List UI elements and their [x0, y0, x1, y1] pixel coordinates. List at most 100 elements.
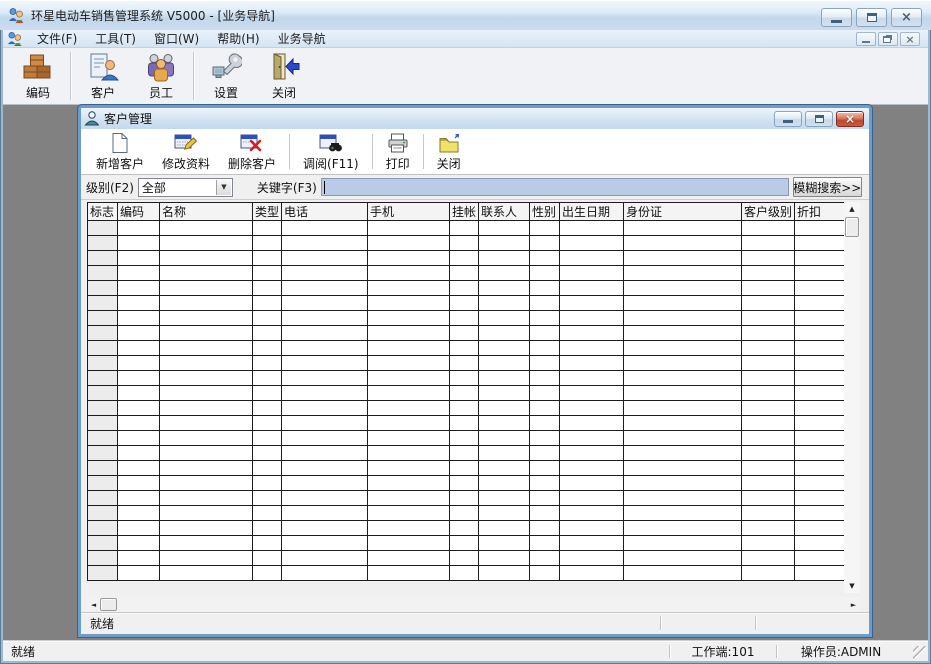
scroll-right-arrow-icon[interactable]: ►	[847, 601, 860, 609]
column-header-11[interactable]: 客户级别	[742, 203, 795, 221]
table-row[interactable]	[88, 506, 850, 521]
column-header-6[interactable]: 挂帐	[450, 203, 479, 221]
table-row[interactable]	[88, 281, 850, 296]
column-header-2[interactable]: 名称	[160, 203, 253, 221]
scroll-left-arrow-icon[interactable]: ◄	[87, 601, 100, 609]
column-header-12[interactable]: 折扣	[795, 203, 850, 221]
table-cell	[624, 326, 742, 341]
column-header-10[interactable]: 身份证	[624, 203, 742, 221]
level-select[interactable]: 全部 ▼	[138, 178, 233, 197]
vertical-scrollbar-thumb[interactable]	[845, 217, 859, 237]
table-cell	[160, 251, 253, 266]
fuzzy-search-button[interactable]: 模糊搜索>>	[793, 177, 862, 197]
table-row[interactable]	[88, 341, 850, 356]
menu-item-tools[interactable]: 工具(T)	[86, 29, 145, 48]
table-cell	[282, 341, 368, 356]
table-cell	[118, 506, 160, 521]
table-row[interactable]	[88, 356, 850, 371]
table-row[interactable]	[88, 551, 850, 566]
row-marker-cell	[88, 506, 118, 521]
menu-item-help[interactable]: 帮助(H)	[208, 29, 268, 48]
column-header-9[interactable]: 出生日期	[560, 203, 624, 221]
column-header-4[interactable]: 电话	[282, 203, 368, 221]
add-customer-button[interactable]: 新增客户	[87, 129, 153, 174]
column-header-7[interactable]: 联系人	[479, 203, 530, 221]
toolbar-button-coding[interactable]: 编码	[9, 48, 67, 104]
status-divider	[755, 616, 756, 630]
menu-item-file[interactable]: 文件(F)	[28, 29, 86, 48]
maximize-button[interactable]	[856, 8, 887, 27]
column-header-3[interactable]: 类型	[253, 203, 282, 221]
resize-grip[interactable]	[913, 646, 926, 659]
table-row[interactable]	[88, 311, 850, 326]
table-row[interactable]	[88, 296, 850, 311]
column-header-5[interactable]: 手机	[368, 203, 450, 221]
delete-customer-button[interactable]: 删除客户	[219, 129, 285, 174]
toolbar-button-staff[interactable]: 员工	[132, 48, 190, 104]
mdi-restore-button[interactable]	[878, 32, 898, 46]
table-row[interactable]	[88, 326, 850, 341]
edit-customer-button[interactable]: 修改资料	[153, 129, 219, 174]
horizontal-scrollbar-thumb[interactable]	[100, 598, 117, 611]
button-label: 删除客户	[228, 155, 276, 172]
table-row[interactable]	[88, 431, 850, 446]
level-select-value: 全部	[142, 179, 166, 196]
row-marker-cell	[88, 341, 118, 356]
column-header-0[interactable]: 标志	[88, 203, 118, 221]
table-cell	[560, 536, 624, 551]
table-row[interactable]	[88, 536, 850, 551]
app-icon	[8, 7, 25, 23]
customer-grid-area: 标志编码名称类型电话手机挂帐联系人性别出生日期身份证客户级别折扣 ▲ ▼	[81, 200, 869, 597]
table-cell	[253, 416, 282, 431]
table-cell	[560, 371, 624, 386]
child-restore-button[interactable]	[805, 111, 833, 127]
scroll-down-arrow-icon[interactable]: ▼	[844, 579, 860, 593]
close-window-button[interactable]: 关闭	[428, 129, 470, 174]
table-row[interactable]	[88, 416, 850, 431]
mdi-close-button[interactable]: ×	[900, 32, 920, 46]
table-cell	[624, 311, 742, 326]
column-header-8[interactable]: 性别	[530, 203, 560, 221]
table-cell	[368, 491, 450, 506]
toolbar-button-customers[interactable]: 客户	[74, 48, 132, 104]
scroll-up-arrow-icon[interactable]: ▲	[844, 202, 860, 216]
table-cell	[560, 236, 624, 251]
table-cell	[282, 281, 368, 296]
table-row[interactable]	[88, 491, 850, 506]
column-header-1[interactable]: 编码	[118, 203, 160, 221]
table-row[interactable]	[88, 371, 850, 386]
table-row[interactable]	[88, 446, 850, 461]
row-marker-cell	[88, 461, 118, 476]
horizontal-scrollbar[interactable]: ◄ ►	[87, 597, 860, 612]
table-row[interactable]	[88, 386, 850, 401]
table-row[interactable]	[88, 266, 850, 281]
view-customer-button[interactable]: 调阅(F11)	[294, 129, 368, 174]
toolbar-button-exit[interactable]: 关闭	[255, 48, 313, 104]
mdi-minimize-button[interactable]	[856, 32, 876, 46]
menu-item-window[interactable]: 窗口(W)	[145, 29, 208, 48]
table-cell	[450, 446, 479, 461]
toolbar-button-label: 客户	[91, 84, 115, 101]
table-row[interactable]	[88, 461, 850, 476]
table-row[interactable]	[88, 401, 850, 416]
table-row[interactable]	[88, 221, 850, 236]
keyword-input[interactable]	[321, 178, 789, 196]
menu-item-business-nav[interactable]: 业务导航	[269, 29, 335, 48]
table-row[interactable]	[88, 251, 850, 266]
table-row[interactable]	[88, 566, 850, 581]
staff-icon	[145, 52, 177, 82]
child-minimize-button[interactable]	[774, 111, 802, 127]
table-cell	[368, 401, 450, 416]
table-cell	[118, 221, 160, 236]
toolbar-button-settings[interactable]: 设置	[197, 48, 255, 104]
print-button[interactable]: 打印	[377, 129, 419, 174]
table-row[interactable]	[88, 236, 850, 251]
close-button[interactable]: ×	[891, 8, 922, 27]
minimize-button[interactable]	[821, 8, 852, 27]
vertical-scrollbar[interactable]: ▲ ▼	[844, 202, 860, 593]
table-row[interactable]	[88, 476, 850, 491]
table-row[interactable]	[88, 521, 850, 536]
child-close-button[interactable]: ×	[836, 111, 864, 127]
table-cell	[624, 356, 742, 371]
chevron-down-icon[interactable]: ▼	[216, 180, 231, 195]
